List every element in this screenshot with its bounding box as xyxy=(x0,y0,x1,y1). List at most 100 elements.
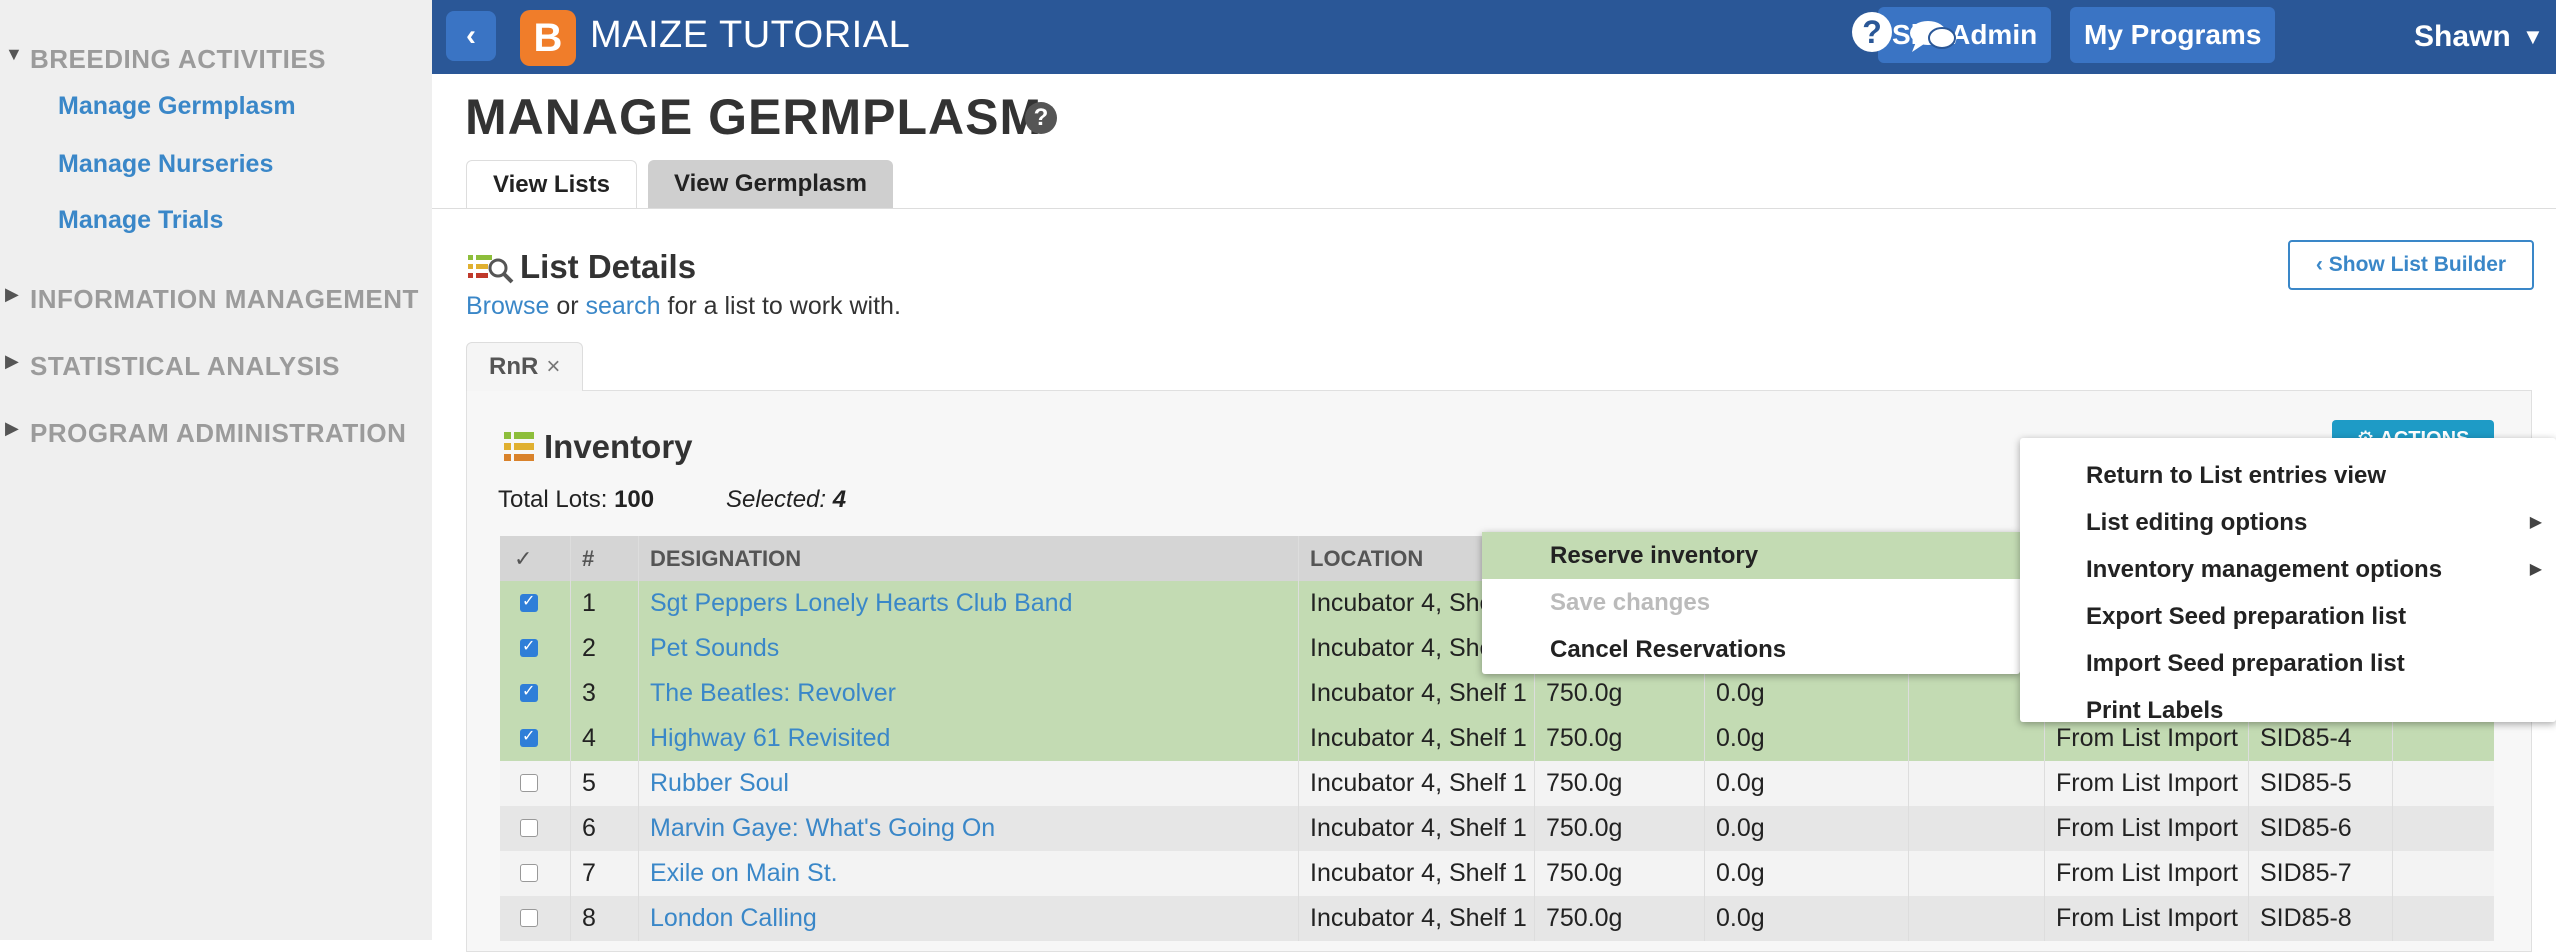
actions-menu-item[interactable]: Import Seed preparation list xyxy=(2020,640,2556,687)
table-row[interactable]: 6 Marvin Gaye: What's Going On Incubator 4… xyxy=(500,806,2494,851)
cell-location: Incubator 4, Shelf 1 xyxy=(1310,904,1527,932)
column-divider xyxy=(570,851,571,896)
column-divider xyxy=(2248,806,2249,851)
cell-designation[interactable]: The Beatles: Revolver xyxy=(650,671,896,716)
cell-source: From List Import xyxy=(2056,814,2238,842)
row-checkbox[interactable] xyxy=(520,819,538,837)
cell-sid: SID85-7 xyxy=(2260,859,2352,887)
column-divider xyxy=(2044,806,2045,851)
close-icon[interactable]: × xyxy=(546,353,560,380)
column-divider xyxy=(638,581,639,626)
column-divider xyxy=(1534,896,1535,941)
column-divider xyxy=(638,806,639,851)
inventory-list-icon xyxy=(504,432,534,461)
selected-value: 4 xyxy=(832,486,847,513)
column-header-location[interactable]: LOCATION xyxy=(1310,536,1423,581)
column-divider xyxy=(638,716,639,761)
show-list-builder-button[interactable]: ‹ Show List Builder xyxy=(2288,240,2534,290)
tab-view-germplasm[interactable]: View Germplasm xyxy=(648,160,893,208)
list-details-instructions: Browse or search for a list to work with… xyxy=(466,292,901,321)
table-row[interactable]: 5 Rubber Soul Incubator 4, Shelf 1 750.0g 0.… xyxy=(500,761,2494,806)
chat-icon[interactable] xyxy=(1908,18,1956,54)
table-row[interactable]: 7 Exile on Main St. Incubator 4, Shelf 1 75… xyxy=(500,851,2494,896)
cell-designation[interactable]: Rubber Soul xyxy=(650,761,789,806)
user-menu[interactable]: Shawn xyxy=(2414,20,2511,54)
back-button[interactable]: ‹ xyxy=(446,11,496,61)
column-divider xyxy=(570,761,571,806)
inventory-title: Inventory xyxy=(544,428,693,465)
column-header-designation[interactable]: DESIGNATION xyxy=(650,536,801,581)
row-checkbox[interactable] xyxy=(520,864,538,882)
cell-designation[interactable]: Highway 61 Revisited xyxy=(650,716,890,761)
sidebar-item-manage-trials[interactable]: Manage Trials xyxy=(58,206,223,235)
cell-sid: SID85-6 xyxy=(2260,814,2352,842)
actions-menu-item[interactable]: Print Labels xyxy=(2020,687,2556,734)
actions-menu-item[interactable]: Inventory management options ▶ xyxy=(2020,546,2556,593)
tab-view-lists[interactable]: View Lists xyxy=(466,160,637,209)
cell-reserved: 0.0g xyxy=(1716,814,1765,842)
row-checkbox[interactable] xyxy=(520,591,538,612)
list-search-icon xyxy=(468,255,514,284)
column-divider xyxy=(1534,806,1535,851)
cell-designation[interactable]: Pet Sounds xyxy=(650,626,779,671)
caret-down-icon[interactable]: ▼ xyxy=(2522,24,2544,50)
cell-designation[interactable]: Exile on Main St. xyxy=(650,851,838,896)
column-divider xyxy=(1908,806,1909,851)
column-divider xyxy=(1704,896,1705,941)
cell-amount: 750.0g xyxy=(1546,814,1623,842)
column-header-num[interactable]: # xyxy=(582,536,594,581)
actions-menu-item[interactable]: Return to List entries view xyxy=(2020,452,2556,499)
search-link[interactable]: search xyxy=(586,292,661,320)
row-checkbox[interactable] xyxy=(520,636,538,657)
row-checkbox[interactable] xyxy=(520,774,538,792)
sidebar-item-manage-nurseries[interactable]: Manage Nurseries xyxy=(58,150,273,179)
browse-link[interactable]: Browse xyxy=(466,292,549,320)
column-divider xyxy=(570,581,571,626)
tab-divider xyxy=(432,208,2556,209)
column-divider xyxy=(2392,896,2393,941)
column-divider xyxy=(1298,716,1299,761)
cell-reserved: 0.0g xyxy=(1716,904,1765,932)
top-navigation-bar: ‹ B MAIZE TUTORIAL Site Admin My Program… xyxy=(432,0,2556,74)
help-icon[interactable]: ? xyxy=(1852,12,1892,52)
column-divider xyxy=(1704,851,1705,896)
cell-designation[interactable]: Sgt Peppers Lonely Hearts Club Band xyxy=(650,581,1072,626)
cell-designation[interactable]: London Calling xyxy=(650,896,817,941)
column-header-check[interactable]: ✓ xyxy=(514,536,532,581)
cell-num: 3 xyxy=(582,679,596,707)
my-programs-button[interactable]: My Programs xyxy=(2070,7,2276,63)
site-admin-button[interactable]: Site Admin xyxy=(1878,7,2052,63)
list-tab-rnr[interactable]: RnR × xyxy=(466,342,584,391)
selected-count: Selected: 4 xyxy=(726,486,846,514)
actions-menu-item[interactable]: List editing options ▶ xyxy=(2020,499,2556,546)
cell-sid: SID85-8 xyxy=(2260,904,2352,932)
submenu-item[interactable]: Cancel Reservations xyxy=(1482,626,2020,673)
user-name: Shawn xyxy=(2414,20,2511,53)
row-checkbox[interactable] xyxy=(520,909,538,927)
column-divider xyxy=(1298,761,1299,806)
caret-right-icon: ▶ xyxy=(2529,561,2542,578)
submenu-item[interactable]: Reserve inventory xyxy=(1482,532,2020,579)
cell-designation[interactable]: Marvin Gaye: What's Going On xyxy=(650,806,995,851)
row-checkbox[interactable] xyxy=(520,681,538,702)
cell-num: 6 xyxy=(582,814,596,842)
column-divider xyxy=(570,626,571,671)
cell-source: From List Import xyxy=(2056,859,2238,887)
cell-amount: 750.0g xyxy=(1546,904,1623,932)
column-divider xyxy=(2248,761,2249,806)
row-checkbox[interactable] xyxy=(520,726,538,747)
help-icon[interactable]: ? xyxy=(1025,102,1057,134)
cell-reserved: 0.0g xyxy=(1716,769,1765,797)
table-row[interactable]: 8 London Calling Incubator 4, Shelf 1 750.0… xyxy=(500,896,2494,941)
column-divider xyxy=(1298,536,1299,581)
column-divider xyxy=(1908,896,1909,941)
collapsed-triangle-icon: ▶ xyxy=(5,418,20,438)
column-divider xyxy=(1534,761,1535,806)
actions-menu-item[interactable]: Export Seed preparation list xyxy=(2020,593,2556,640)
cell-location: Incubator 4, Shelf 1 xyxy=(1310,859,1527,887)
cell-num: 8 xyxy=(582,904,596,932)
sidebar-item-manage-germplasm[interactable]: Manage Germplasm xyxy=(58,92,296,121)
cell-amount: 750.0g xyxy=(1546,679,1623,707)
cell-location: Incubator 4, Shelf 1 xyxy=(1310,814,1527,842)
menu-item-label: Export Seed preparation list xyxy=(2086,603,2407,630)
